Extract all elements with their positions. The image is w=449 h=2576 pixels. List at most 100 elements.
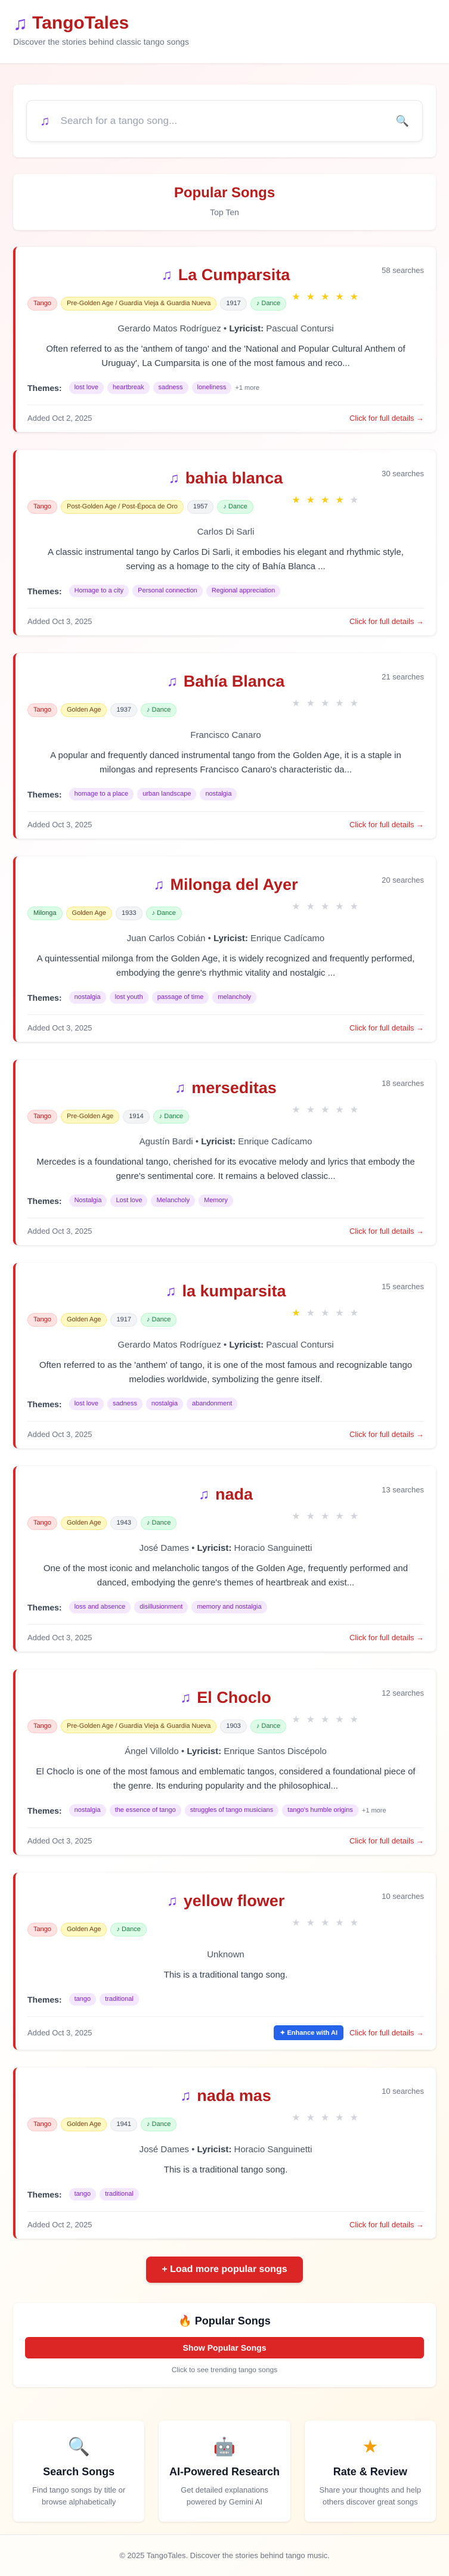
popular-box-title: Popular Songs — [194, 2315, 271, 2327]
star-icon[interactable]: ★ — [321, 292, 335, 302]
song-title[interactable]: Milonga del Ayer — [170, 876, 298, 894]
song-card[interactable]: 58 searches ★★★★★ ♫ La Cumparsita Tango Pre-G… — [13, 247, 436, 432]
star-icon[interactable]: ★ — [335, 1512, 349, 1522]
details-link[interactable]: Click for full details → — [349, 820, 424, 829]
star-icon[interactable]: ★ — [350, 699, 364, 709]
song-title[interactable]: nada — [215, 1485, 253, 1504]
star-icon[interactable]: ★ — [350, 1105, 364, 1115]
star-icon[interactable]: ★ — [306, 495, 321, 505]
star-icon[interactable]: ★ — [292, 1715, 306, 1725]
song-card[interactable]: 13 searches ★★★★★ ♫ nada Tango Golden Age 1943… — [13, 1466, 436, 1652]
star-icon[interactable]: ★ — [350, 495, 364, 505]
star-icon[interactable]: ★ — [321, 1512, 335, 1522]
star-rating[interactable]: ★★★★★ — [292, 2112, 364, 2124]
song-title[interactable]: la kumparsita — [182, 1282, 286, 1301]
song-title[interactable]: yellow flower — [184, 1892, 285, 1910]
star-icon[interactable]: ★ — [335, 495, 349, 505]
star-icon[interactable]: ★ — [306, 1308, 321, 1318]
star-icon[interactable]: ★ — [321, 1105, 335, 1115]
star-icon[interactable]: ★ — [306, 902, 321, 912]
song-card[interactable]: 30 searches ★★★★★ ♫ bahia blanca Tango Post-G… — [13, 450, 436, 635]
star-icon[interactable]: ★ — [321, 902, 335, 912]
star-icon[interactable]: ★ — [292, 1512, 306, 1522]
song-card[interactable]: 10 searches ★★★★★ ♫ nada mas Tango Golden Age… — [13, 2068, 436, 2239]
star-icon[interactable]: ★ — [292, 2113, 306, 2123]
lyricist-label: Lyricist: — [201, 1137, 236, 1147]
star-icon[interactable]: ★ — [292, 495, 306, 505]
star-rating[interactable]: ★★★★★ — [292, 1917, 364, 1929]
star-icon[interactable]: ★ — [350, 1918, 364, 1928]
music-note-icon: ♫ — [165, 1283, 176, 1299]
star-icon[interactable]: ★ — [306, 1715, 321, 1725]
song-card[interactable]: 15 searches ★★★★★ ♫ la kumparsita Tango Golde… — [13, 1263, 436, 1448]
load-more-button[interactable]: + Load more popular songs — [146, 2257, 303, 2283]
star-icon[interactable]: ★ — [292, 1105, 306, 1115]
star-icon[interactable]: ★ — [306, 1105, 321, 1115]
star-rating[interactable]: ★★★★★ — [292, 291, 364, 303]
details-link[interactable]: Click for full details → — [349, 414, 424, 423]
star-icon[interactable]: ★ — [292, 1918, 306, 1928]
details-link[interactable]: Click for full details → — [349, 1633, 424, 1642]
song-title[interactable]: El Choclo — [197, 1689, 271, 1707]
details-link[interactable]: Click for full details → — [349, 1836, 424, 1845]
star-icon[interactable]: ★ — [350, 902, 364, 912]
song-title[interactable]: bahia blanca — [185, 469, 283, 488]
star-rating[interactable]: ★★★★★ — [292, 697, 364, 709]
details-link[interactable]: Click for full details → — [349, 2028, 424, 2037]
star-icon[interactable]: ★ — [350, 1512, 364, 1522]
song-card[interactable]: 21 searches ★★★★★ ♫ Bahía Blanca Tango Golden… — [13, 653, 436, 839]
details-link[interactable]: Click for full details → — [349, 1430, 424, 1439]
details-link[interactable]: Click for full details → — [349, 2220, 424, 2229]
star-icon[interactable]: ★ — [335, 1715, 349, 1725]
star-icon[interactable]: ★ — [292, 292, 306, 302]
star-icon[interactable]: ★ — [321, 1715, 335, 1725]
details-link[interactable]: Click for full details → — [349, 1227, 424, 1236]
details-link[interactable]: Click for full details → — [349, 1023, 424, 1032]
star-icon[interactable]: ★ — [350, 2113, 364, 2123]
brand[interactable]: ♫ TangoTales — [13, 13, 436, 33]
star-icon[interactable]: ★ — [306, 699, 321, 709]
star-icon[interactable]: ★ — [335, 2113, 349, 2123]
details-link[interactable]: Click for full details → — [349, 617, 424, 626]
star-icon[interactable]: ★ — [306, 1918, 321, 1928]
star-icon[interactable]: ★ — [306, 2113, 321, 2123]
star-icon[interactable]: ★ — [350, 1715, 364, 1725]
star-icon[interactable]: ★ — [292, 699, 306, 709]
song-card[interactable]: 20 searches ★★★★★ ♫ Milonga del Ayer Milonga… — [13, 856, 436, 1042]
search-icon[interactable]: 🔍 — [396, 115, 409, 128]
search-input[interactable] — [60, 115, 396, 127]
star-icon[interactable]: ★ — [350, 1308, 364, 1318]
song-card[interactable]: 18 searches ★★★★★ ♫ merseditas Tango Pre-Gold… — [13, 1060, 436, 1245]
star-rating[interactable]: ★★★★★ — [292, 1510, 364, 1522]
song-card[interactable]: 10 searches ★★★★★ ♫ yellow flower Tango Golde… — [13, 1873, 436, 2050]
song-card[interactable]: 12 searches ★★★★★ ♫ El Choclo Tango Pre-Golde… — [13, 1669, 436, 1855]
star-icon[interactable]: ★ — [321, 1308, 335, 1318]
star-icon[interactable]: ★ — [321, 1918, 335, 1928]
show-popular-button[interactable]: Show Popular Songs — [25, 2337, 424, 2358]
star-rating[interactable]: ★★★★★ — [292, 901, 364, 913]
star-icon[interactable]: ★ — [292, 902, 306, 912]
star-icon[interactable]: ★ — [306, 1512, 321, 1522]
star-rating[interactable]: ★★★★★ — [292, 1307, 364, 1319]
song-title[interactable]: Bahía Blanca — [184, 672, 285, 691]
themes: Themes: tango traditional — [27, 1993, 424, 2006]
star-icon[interactable]: ★ — [350, 292, 364, 302]
star-icon[interactable]: ★ — [335, 1308, 349, 1318]
star-rating[interactable]: ★★★★★ — [292, 494, 364, 506]
star-icon[interactable]: ★ — [321, 495, 335, 505]
song-title[interactable]: La Cumparsita — [178, 266, 290, 284]
star-icon[interactable]: ★ — [335, 699, 349, 709]
enhance-ai-button[interactable]: ✦ Enhance with AI — [274, 2025, 344, 2040]
star-icon[interactable]: ★ — [335, 902, 349, 912]
star-rating[interactable]: ★★★★★ — [292, 1104, 364, 1116]
star-icon[interactable]: ★ — [335, 1918, 349, 1928]
star-rating[interactable]: ★★★★★ — [292, 1714, 364, 1725]
star-icon[interactable]: ★ — [321, 699, 335, 709]
song-title[interactable]: nada mas — [197, 2087, 271, 2105]
star-icon[interactable]: ★ — [335, 1105, 349, 1115]
star-icon[interactable]: ★ — [335, 292, 349, 302]
song-title[interactable]: merseditas — [191, 1079, 277, 1097]
star-icon[interactable]: ★ — [306, 292, 321, 302]
star-icon[interactable]: ★ — [292, 1308, 306, 1318]
star-icon[interactable]: ★ — [321, 2113, 335, 2123]
